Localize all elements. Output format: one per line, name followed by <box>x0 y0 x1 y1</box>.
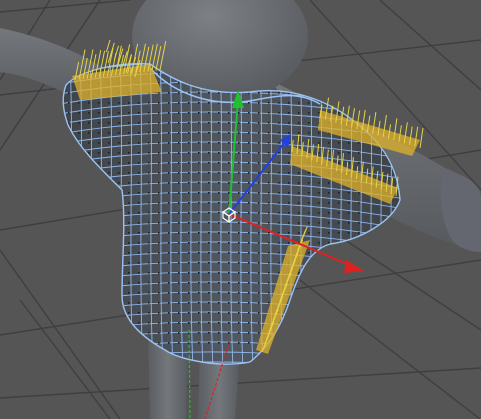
gizmo-x-arrow-icon[interactable] <box>344 260 364 273</box>
shirt-cloth-mesh[interactable] <box>60 60 410 400</box>
viewport-canvas[interactable] <box>0 0 481 419</box>
3d-viewport[interactable] <box>0 0 481 419</box>
